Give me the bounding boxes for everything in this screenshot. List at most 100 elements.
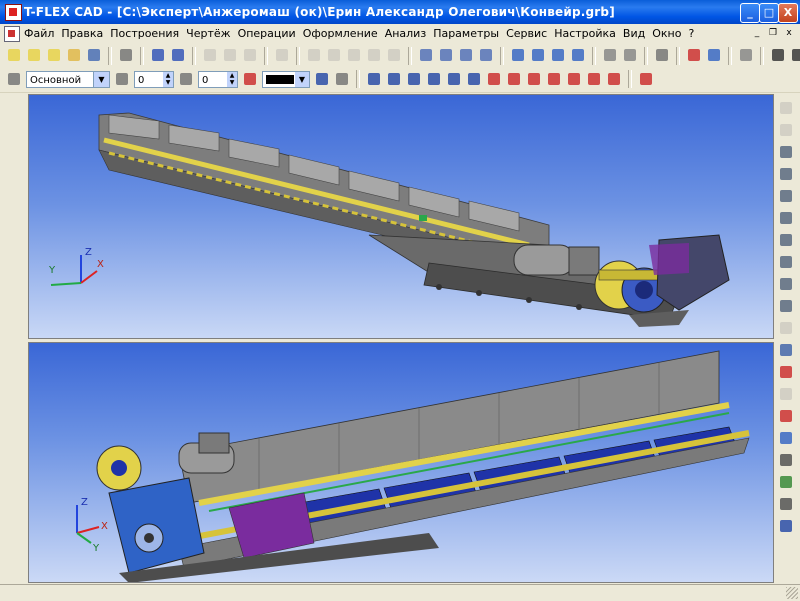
filter-icon[interactable] bbox=[314, 71, 330, 87]
grid-icon[interactable] bbox=[418, 47, 434, 63]
menu-item[interactable]: Анализ bbox=[385, 27, 427, 40]
zoom-window-icon[interactable] bbox=[778, 166, 794, 182]
menu-item[interactable]: Окно bbox=[652, 27, 681, 40]
color-select[interactable]: ▼ bbox=[262, 70, 310, 88]
menu-item[interactable]: Вид bbox=[623, 27, 645, 40]
window-3d-icon[interactable] bbox=[790, 47, 800, 63]
menu-item[interactable]: Построения bbox=[110, 27, 179, 40]
select-body-icon[interactable] bbox=[366, 71, 382, 87]
redo-icon[interactable] bbox=[170, 47, 186, 63]
select-loop-icon[interactable] bbox=[446, 71, 462, 87]
save-icon[interactable] bbox=[86, 47, 102, 63]
menu-item[interactable]: Параметры bbox=[433, 27, 499, 40]
calculator-icon[interactable] bbox=[654, 47, 670, 63]
edit-icon[interactable] bbox=[778, 122, 794, 138]
view-iso-icon[interactable] bbox=[606, 71, 622, 87]
select-edge-icon[interactable] bbox=[406, 71, 422, 87]
menu-item[interactable]: Файл bbox=[24, 27, 54, 40]
section-icon[interactable] bbox=[778, 364, 794, 380]
document-icon[interactable] bbox=[4, 26, 20, 42]
perspective-icon[interactable] bbox=[778, 496, 794, 512]
layers-icon[interactable] bbox=[6, 71, 22, 87]
app-icon[interactable] bbox=[5, 4, 22, 21]
dimension-icon[interactable] bbox=[366, 47, 382, 63]
wireframe-icon[interactable] bbox=[778, 408, 794, 424]
select-vertex-icon[interactable] bbox=[426, 71, 442, 87]
priority-spinner[interactable]: 0 ▲ ▼ bbox=[198, 70, 238, 88]
pencil-icon[interactable] bbox=[778, 100, 794, 116]
open-folder-icon[interactable] bbox=[66, 47, 82, 63]
view-custom-icon[interactable] bbox=[638, 71, 654, 87]
view-back-icon[interactable] bbox=[586, 71, 602, 87]
attach-icon[interactable] bbox=[622, 47, 638, 63]
material-icon[interactable] bbox=[778, 474, 794, 490]
edges-icon[interactable] bbox=[778, 452, 794, 468]
mdi-close-button[interactable]: x bbox=[782, 26, 796, 40]
clip-icon[interactable] bbox=[602, 47, 618, 63]
view-front-icon[interactable] bbox=[486, 71, 502, 87]
model-tree-icon[interactable] bbox=[706, 47, 722, 63]
spin-arrows-icon[interactable]: ▲ ▼ bbox=[227, 71, 237, 87]
zoom-out-icon[interactable] bbox=[778, 210, 794, 226]
menu-item[interactable]: Правка bbox=[61, 27, 103, 40]
snap-icon[interactable] bbox=[438, 47, 454, 63]
3d-viewport-bottom[interactable]: Z Y X bbox=[28, 342, 774, 583]
extrusion-icon[interactable] bbox=[570, 47, 586, 63]
menu-item[interactable]: ? bbox=[688, 27, 694, 40]
3d-profile-icon[interactable] bbox=[550, 47, 566, 63]
shaded-with-edges-icon[interactable] bbox=[778, 518, 794, 534]
line-icon[interactable] bbox=[202, 47, 218, 63]
menu-item[interactable]: Оформление bbox=[303, 27, 378, 40]
graphic-line-icon[interactable] bbox=[306, 47, 322, 63]
measure-icon[interactable] bbox=[458, 47, 474, 63]
menu-item[interactable]: Настройка bbox=[554, 27, 616, 40]
maximize-button[interactable]: □ bbox=[759, 3, 779, 23]
chevron-down-icon[interactable]: ▼ bbox=[93, 71, 109, 87]
fragment-icon[interactable] bbox=[738, 47, 754, 63]
rotate-icon[interactable] bbox=[778, 320, 794, 336]
minimize-button[interactable]: _ bbox=[740, 3, 760, 23]
window-2d-icon[interactable] bbox=[770, 47, 786, 63]
3d-node-icon[interactable] bbox=[510, 47, 526, 63]
sketch-icon[interactable] bbox=[274, 47, 290, 63]
layer-select[interactable]: Основной ▼ bbox=[26, 70, 110, 88]
leader-icon[interactable] bbox=[386, 47, 402, 63]
mdi-minimize-button[interactable]: _ bbox=[750, 26, 764, 40]
zoom-previous-icon[interactable] bbox=[778, 232, 794, 248]
resize-grip-icon[interactable] bbox=[786, 587, 798, 599]
shade-icon[interactable] bbox=[778, 386, 794, 402]
menu-item[interactable]: Операции bbox=[238, 27, 296, 40]
menu-item[interactable]: Чертёж bbox=[186, 27, 230, 40]
chevron-down-icon[interactable]: ▼ bbox=[295, 71, 309, 87]
zoom-extents-icon[interactable] bbox=[778, 188, 794, 204]
print-icon[interactable] bbox=[118, 47, 134, 63]
mdi-restore-button[interactable]: ❐ bbox=[766, 26, 780, 40]
close-button[interactable]: X bbox=[778, 3, 798, 23]
hatch-icon[interactable] bbox=[326, 47, 342, 63]
view-bottom-icon[interactable] bbox=[566, 71, 582, 87]
node-icon[interactable] bbox=[242, 47, 258, 63]
circle-icon[interactable] bbox=[222, 47, 238, 63]
view-right-icon[interactable] bbox=[546, 71, 562, 87]
hidden-lines-icon[interactable] bbox=[778, 430, 794, 446]
spin-arrows-icon[interactable]: ▲ ▼ bbox=[163, 71, 173, 87]
workplane-icon[interactable] bbox=[478, 47, 494, 63]
priority-icon[interactable] bbox=[178, 71, 194, 87]
render-icon[interactable] bbox=[778, 342, 794, 358]
view-left-icon[interactable] bbox=[526, 71, 542, 87]
zoom-in-icon[interactable] bbox=[778, 144, 794, 160]
text-icon[interactable] bbox=[346, 47, 362, 63]
select-face-icon[interactable] bbox=[386, 71, 402, 87]
3d-viewport-top[interactable]: Z Y X bbox=[28, 94, 774, 339]
properties-icon[interactable] bbox=[334, 71, 350, 87]
menu-item[interactable]: Сервис bbox=[506, 27, 547, 40]
3d-path-icon[interactable] bbox=[530, 47, 546, 63]
undo-icon[interactable] bbox=[150, 47, 166, 63]
zoom-selected-icon[interactable] bbox=[778, 276, 794, 292]
new-drawing-icon[interactable] bbox=[46, 47, 62, 63]
view-top-icon[interactable] bbox=[506, 71, 522, 87]
color-palette-icon[interactable] bbox=[242, 71, 258, 87]
level-spinner[interactable]: 0 ▲ ▼ bbox=[134, 70, 174, 88]
new-file-icon[interactable] bbox=[6, 47, 22, 63]
zoom-realtime-icon[interactable] bbox=[778, 254, 794, 270]
